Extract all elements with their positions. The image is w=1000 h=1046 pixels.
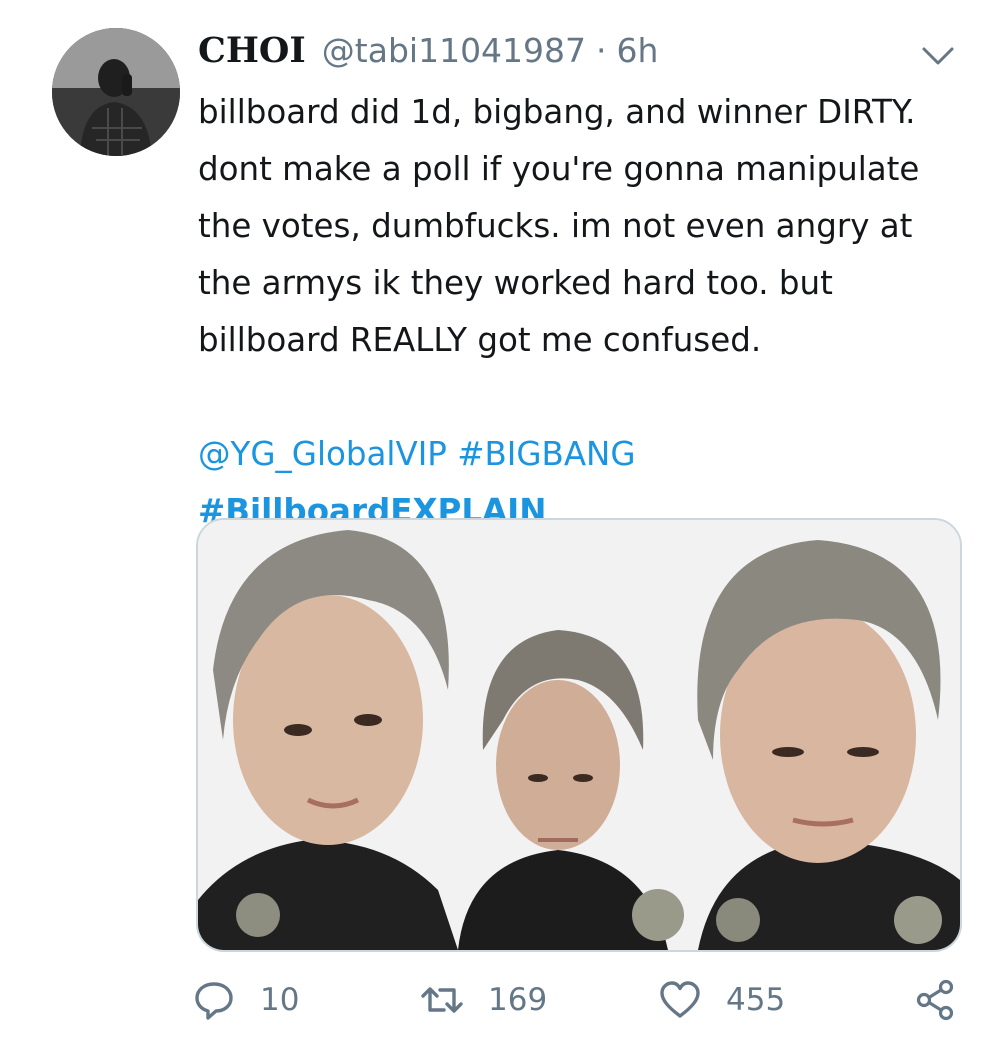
tweet-header: CHOI @tabi11041987 · 6h [198, 30, 658, 78]
tags-line: @YG_GlobalVIP #BIGBANG [198, 426, 978, 483]
like-count: 455 [726, 982, 786, 1018]
reply-icon [195, 982, 233, 1020]
tweet-media-image[interactable] [196, 518, 962, 952]
reply-count: 10 [260, 982, 300, 1018]
tweet-text-line: the armys ik they worked hard too. but [198, 264, 833, 302]
tweet-actions: 10 169 455 [0, 970, 1000, 1030]
retweet-icon [421, 987, 463, 1013]
share-button[interactable] [914, 970, 958, 1030]
heart-icon [660, 981, 700, 1018]
retweet-count: 169 [488, 982, 548, 1018]
timestamp[interactable]: 6h [617, 31, 659, 70]
chevron-down-icon[interactable] [920, 44, 956, 68]
hashtag-link-bigbang[interactable]: #BIGBANG [457, 435, 635, 473]
mention-link[interactable]: @YG_GlobalVIP [198, 435, 447, 473]
tweet[interactable]: CHOI @tabi11041987 · 6h billboard did 1d… [0, 0, 1000, 1046]
tweet-text: billboard did 1d, bigbang, and winner DI… [198, 84, 978, 540]
avatar[interactable] [52, 28, 180, 156]
avatar-image [52, 28, 180, 156]
tweet-text-line: dont make a poll if you're gonna manipul… [198, 150, 920, 188]
tweet-text-line: billboard did 1d, bigbang, and winner DI… [198, 93, 916, 131]
reply-button[interactable]: 10 [192, 970, 299, 1030]
like-button[interactable]: 455 [658, 970, 785, 1030]
separator-dot: · [596, 31, 607, 70]
tweet-text-line: the votes, dumbfucks. im not even angry … [198, 207, 913, 245]
share-icon [916, 979, 954, 1021]
user-handle[interactable]: @tabi11041987 [322, 31, 586, 70]
display-name[interactable]: CHOI [198, 30, 306, 71]
tweet-text-line: billboard REALLY got me confused. [198, 321, 762, 359]
retweet-button[interactable]: 169 [420, 970, 547, 1030]
